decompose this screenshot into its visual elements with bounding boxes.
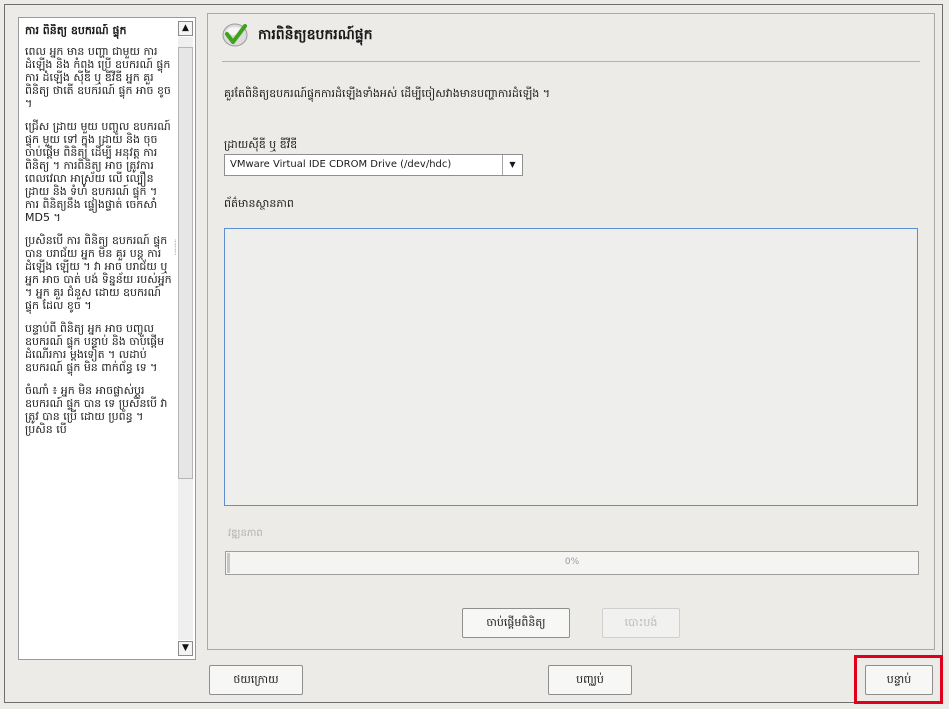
drive-select[interactable]: VMware Virtual IDE CDROM Drive (/dev/hdc… [224,154,523,176]
main-panel: ការពិនិត្យឧបករណ៍ផ្ទុក គួរតែពិនិត្យឧបករណ៍… [207,13,935,650]
scroll-down-button[interactable]: ▼ [178,641,193,656]
eject-button[interactable]: បោះបង់ [602,608,680,638]
drive-select-value: VMware Virtual IDE CDROM Drive (/dev/hdc… [230,159,452,170]
progress-percent: 0% [564,557,580,567]
help-title: ការ ពិនិត្យ ឧបករណ៍ ផ្ទុក [25,24,127,37]
help-text: ការ ពិនិត្យ ឧបករណ៍ ផ្ទុក ពេល អ្នក មាន បញ… [25,24,173,653]
help-scrollbar[interactable]: ▲ ▼ [178,21,193,656]
help-panel: ការ ពិនិត្យ ឧបករណ៍ ផ្ទុក ពេល អ្នក មាន បញ… [18,17,196,660]
help-paragraph: បន្ទាប់ពី ពិនិត្យ អ្នក អាច បញ្ចូល ឧបករណ៍… [25,322,165,374]
progress-label: វឌ្ឍនភាព [228,528,263,539]
back-button[interactable]: ថយក្រោយ [209,665,303,695]
page-title: ការពិនិត្យឧបករណ៍ផ្ទុក [258,27,373,43]
abort-button[interactable]: បញ្ឈប់ [548,665,632,695]
scroll-thumb[interactable] [178,47,193,479]
scroll-up-button[interactable]: ▲ [178,21,193,36]
title-divider [222,61,920,62]
help-paragraph: ចំណាំ ៖ អ្នក មិន អាចផ្លាស់ប្ដូរ ឧបករណ៍ ផ… [25,384,168,436]
status-log[interactable] [224,228,918,506]
progress-bar: 0% [225,551,919,575]
status-label: ព័ត៌មានស្ថានភាព [224,197,294,210]
help-paragraph: ជ្រើស ដ្រាយ មួយ បញ្ចូល ឧបករណ៍ ផ្ទុក មួយ … [25,120,171,224]
instruction-text: គួរតែពិនិត្យឧបករណ៍ផ្ទុកការដំឡើងទាំងអស់ ដ… [224,87,550,100]
suse-checkmark-icon [222,23,248,47]
splitter-grip-icon[interactable]: ⁞ ⁞ ⁞ [174,239,180,260]
help-paragraph: ពេល អ្នក មាន បញ្ហា ជាមួយ ការ ដំឡើង និង ក… [25,45,171,110]
start-check-button[interactable]: ចាប់ផ្ដើមពិនិត្យ [462,608,570,638]
drive-label: ដ្រាយស៊ីឌី ឬ ឌីវីឌី [224,138,298,151]
chevron-down-icon[interactable]: ▼ [502,155,522,175]
scroll-track[interactable] [178,37,193,640]
next-button-highlight [854,655,943,704]
help-paragraph: ប្រសិនបើ ការ ពិនិត្យ ឧបករណ៍ ផ្ទុក បាន បរ… [25,234,172,312]
